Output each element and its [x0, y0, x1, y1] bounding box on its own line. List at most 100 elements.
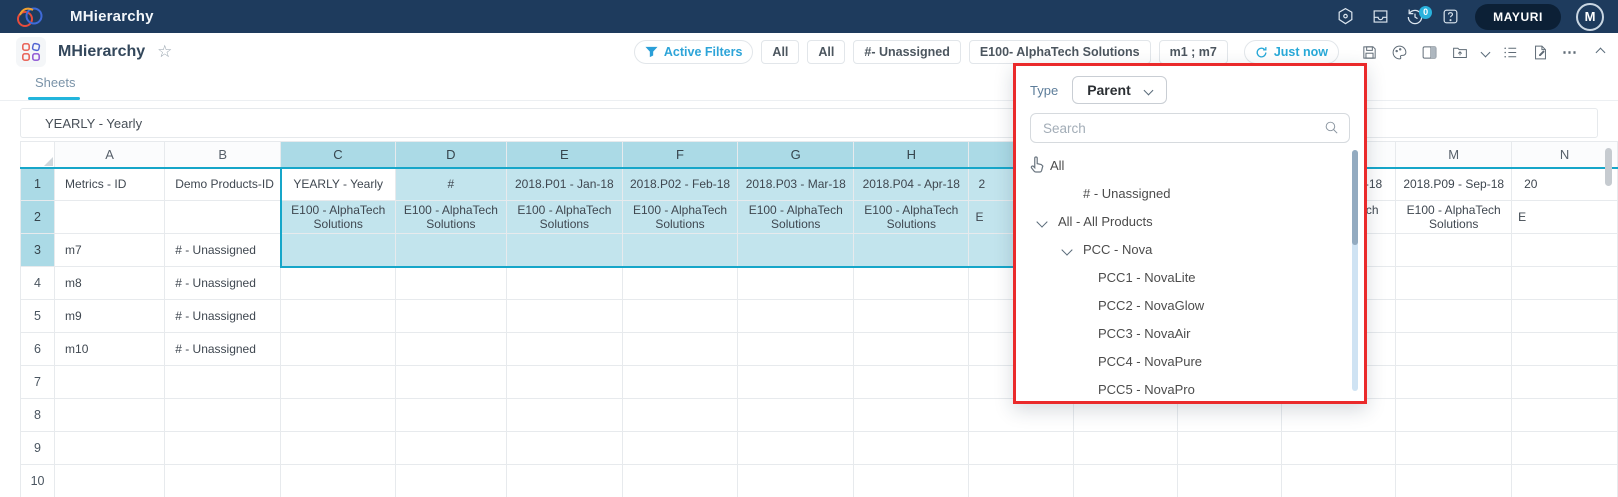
- help-icon[interactable]: [1440, 7, 1460, 27]
- cell-C4[interactable]: [281, 267, 395, 300]
- column-header-C[interactable]: C: [281, 142, 395, 168]
- row-header-10[interactable]: 10: [21, 465, 55, 497]
- export-folder-icon[interactable]: [1451, 44, 1469, 61]
- row-header-5[interactable]: 5: [21, 300, 55, 333]
- user-name-pill[interactable]: MAYURI: [1475, 4, 1561, 30]
- cell-A3[interactable]: m7: [55, 234, 165, 267]
- cell-C2[interactable]: E100 - AlphaTech Solutions: [281, 201, 395, 234]
- cell-M7[interactable]: [1396, 366, 1512, 399]
- cell-E7[interactable]: [507, 366, 623, 399]
- column-header-E[interactable]: E: [507, 142, 623, 168]
- cell-B6[interactable]: # - Unassigned: [165, 333, 281, 366]
- export-chevron-down-icon[interactable]: [1481, 47, 1491, 57]
- cell-A9[interactable]: [55, 432, 165, 465]
- tree-item-pcc3[interactable]: PCC3 - NovaAir: [1030, 319, 1350, 347]
- cell-H4[interactable]: [854, 267, 969, 300]
- cell-N8[interactable]: [1512, 399, 1618, 432]
- cell-N7[interactable]: [1512, 366, 1618, 399]
- cell-A4[interactable]: m8: [55, 267, 165, 300]
- cell-F8[interactable]: [622, 399, 738, 432]
- cell-B3[interactable]: # - Unassigned: [165, 234, 281, 267]
- cell-N10[interactable]: [1512, 465, 1618, 497]
- column-header-N[interactable]: N: [1512, 142, 1618, 168]
- tree-item-unassigned[interactable]: # - Unassigned: [1030, 179, 1350, 207]
- history-clock-icon[interactable]: 0: [1405, 7, 1425, 27]
- cell-H9[interactable]: [854, 432, 969, 465]
- filter-chip-all-2[interactable]: All: [807, 40, 845, 64]
- corner-cell[interactable]: [21, 142, 55, 168]
- cell-A5[interactable]: m9: [55, 300, 165, 333]
- cell-C10[interactable]: [281, 465, 395, 497]
- grid-vertical-scrollbar[interactable]: [1605, 148, 1612, 186]
- avatar[interactable]: M: [1576, 3, 1604, 31]
- cell-A10[interactable]: [55, 465, 165, 497]
- name-box[interactable]: YEARLY - Yearly: [21, 116, 142, 131]
- cell-B5[interactable]: # - Unassigned: [165, 300, 281, 333]
- cell-K10[interactable]: [1178, 465, 1282, 497]
- cell-D1[interactable]: #: [395, 168, 506, 201]
- cell-F3[interactable]: [622, 234, 738, 267]
- cell-G4[interactable]: [738, 267, 854, 300]
- tree-item-all[interactable]: All: [1030, 151, 1350, 179]
- cell-H6[interactable]: [854, 333, 969, 366]
- cell-E9[interactable]: [507, 432, 623, 465]
- tree-item-pcc5[interactable]: PCC5 - NovaPro: [1030, 375, 1350, 403]
- column-header-A[interactable]: A: [55, 142, 165, 168]
- cell-G6[interactable]: [738, 333, 854, 366]
- cell-A8[interactable]: [55, 399, 165, 432]
- popup-scrollbar-thumb[interactable]: [1352, 150, 1358, 245]
- cell-D8[interactable]: [395, 399, 506, 432]
- cell-D4[interactable]: [395, 267, 506, 300]
- search-input[interactable]: [1030, 113, 1350, 143]
- tree-item-all-products[interactable]: All - All Products: [1030, 207, 1350, 235]
- cell-C8[interactable]: [281, 399, 395, 432]
- cell-A7[interactable]: [55, 366, 165, 399]
- filter-chip-metrics[interactable]: m1 ; m7: [1159, 40, 1228, 64]
- palette-icon[interactable]: [1391, 44, 1408, 61]
- cell-N6[interactable]: [1512, 333, 1618, 366]
- cell-B10[interactable]: [165, 465, 281, 497]
- cell-D6[interactable]: [395, 333, 506, 366]
- notes-edit-icon[interactable]: [1532, 44, 1549, 61]
- cell-M4[interactable]: [1396, 267, 1512, 300]
- cell-N4[interactable]: [1512, 267, 1618, 300]
- cell-N3[interactable]: [1512, 234, 1618, 267]
- cell-M2[interactable]: E100 - AlphaTech Solutions: [1396, 201, 1512, 234]
- filter-chip-entity[interactable]: E100- AlphaTech Solutions: [969, 40, 1151, 64]
- tree-item-pcc2[interactable]: PCC2 - NovaGlow: [1030, 291, 1350, 319]
- cell-H7[interactable]: [854, 366, 969, 399]
- cell-M3[interactable]: [1396, 234, 1512, 267]
- cell-B8[interactable]: [165, 399, 281, 432]
- cell-C1[interactable]: YEARLY - Yearly: [281, 168, 395, 201]
- tree-item-pcc-nova[interactable]: PCC - Nova: [1030, 235, 1350, 263]
- cell-C6[interactable]: [281, 333, 395, 366]
- cell-A1[interactable]: Metrics - ID: [55, 168, 165, 201]
- tree-item-pcc4[interactable]: PCC4 - NovaPure: [1030, 347, 1350, 375]
- chevron-down-icon[interactable]: [1061, 244, 1072, 255]
- cell-C9[interactable]: [281, 432, 395, 465]
- cell-D7[interactable]: [395, 366, 506, 399]
- inbox-tray-icon[interactable]: [1370, 7, 1390, 27]
- cell-E1[interactable]: 2018.P01 - Jan-18: [507, 168, 623, 201]
- column-header-H[interactable]: H: [854, 142, 969, 168]
- cell-D2[interactable]: E100 - AlphaTech Solutions: [395, 201, 506, 234]
- column-header-M[interactable]: M: [1396, 142, 1512, 168]
- favorite-star-icon[interactable]: ☆: [157, 42, 172, 62]
- cell-F10[interactable]: [622, 465, 738, 497]
- cell-C3[interactable]: [281, 234, 395, 267]
- cell-F2[interactable]: E100 - AlphaTech Solutions: [622, 201, 738, 234]
- cell-G9[interactable]: [738, 432, 854, 465]
- settings-hexagon-icon[interactable]: [1335, 7, 1355, 27]
- cell-E6[interactable]: [507, 333, 623, 366]
- cell-H10[interactable]: [854, 465, 969, 497]
- cell-N2[interactable]: E: [1512, 201, 1618, 234]
- cell-H8[interactable]: [854, 399, 969, 432]
- chevron-down-icon[interactable]: [1036, 216, 1047, 227]
- more-options-button[interactable]: ⋯: [1562, 43, 1578, 61]
- type-select[interactable]: Parent: [1072, 76, 1167, 104]
- cell-M5[interactable]: [1396, 300, 1512, 333]
- cell-B1[interactable]: Demo Products-ID: [165, 168, 281, 201]
- cell-M1[interactable]: 2018.P09 - Sep-18: [1396, 168, 1512, 201]
- cell-A2[interactable]: [55, 201, 165, 234]
- cell-L10[interactable]: [1282, 465, 1396, 497]
